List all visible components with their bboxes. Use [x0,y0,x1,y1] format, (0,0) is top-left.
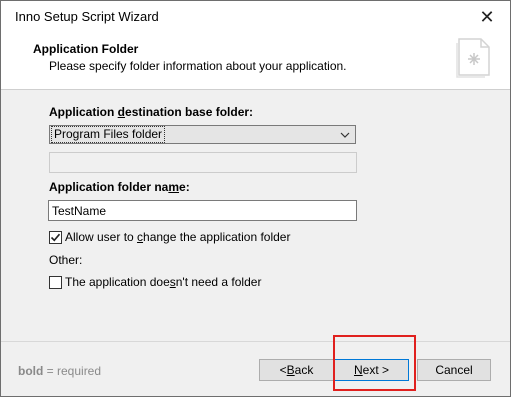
wizard-header: Application Folder Please specify folder… [1,33,510,90]
close-icon: ✕ [479,6,495,27]
allow-change-label: Allow user to change the application fol… [65,230,291,244]
custom-folder-field [49,152,357,173]
base-folder-label: Application destination base folder: [49,105,254,119]
cancel-button[interactable]: Cancel [417,359,491,381]
wizard-window: Inno Setup Script Wizard ✕ Application F… [0,0,511,397]
no-folder-option[interactable]: The application doesn't need a folder [49,275,261,289]
allow-change-option[interactable]: Allow user to change the application fol… [49,230,290,244]
page-subtitle: Please specify folder information about … [49,59,347,73]
folder-name-input[interactable] [48,200,357,221]
title-bar: Inno Setup Script Wizard ✕ [1,1,510,33]
base-folder-selected-value: Program Files folder [50,126,166,143]
required-hint: bold = required [18,364,102,378]
no-folder-label: The application doesn't need a folder [65,275,262,289]
folder-name-label: Application folder name: [49,180,190,194]
wizard-content: Application destination base folder: Pro… [1,90,510,340]
chevron-down-icon [340,132,350,138]
allow-change-checkbox[interactable] [49,230,62,244]
wizard-footer: bold = required < Back Next > Cancel [1,342,510,396]
back-button[interactable]: < Back [259,359,334,381]
base-folder-select[interactable]: Program Files folder [49,125,356,144]
checkmark-icon [50,233,61,241]
setup-document-icon [456,38,490,78]
next-button-highlight [333,335,416,391]
other-section-label: Other: [49,253,83,267]
window-title: Inno Setup Script Wizard [15,9,159,24]
close-button[interactable]: ✕ [464,1,510,33]
no-folder-checkbox[interactable] [49,275,62,289]
page-title: Application Folder [33,42,139,56]
